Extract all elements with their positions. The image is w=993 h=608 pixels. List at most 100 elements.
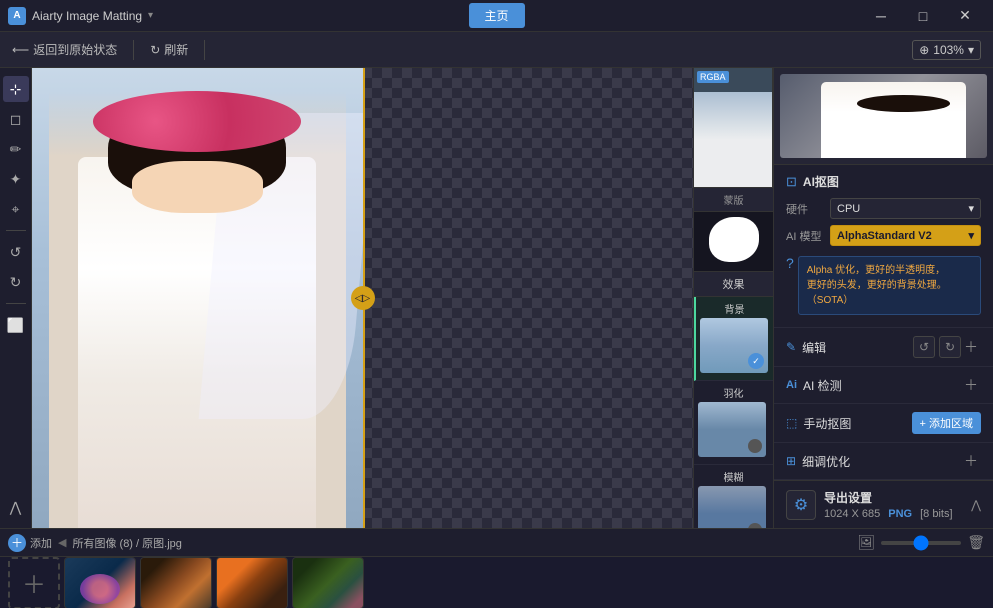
editing-section-header[interactable]: ✎ 编辑 ↺ ↻ ＋: [774, 328, 993, 367]
undo-redo-controls: ↺ ↻: [913, 336, 961, 358]
brush-tool-button[interactable]: ✏: [3, 136, 29, 162]
export-details: 1024 X 685 PNG [8 bits]: [824, 508, 963, 520]
filmstrip-item-1[interactable]: [64, 557, 136, 608]
hardware-row: 硬件 CPU ▾: [786, 198, 981, 219]
hardware-label: 硬件: [786, 201, 822, 217]
manual-matting-icon: ⬚: [786, 416, 797, 430]
minimize-button[interactable]: ─: [861, 4, 901, 28]
export-settings-panel: ⚙ 导出设置 1024 X 685 PNG [8 bits] ⋀: [774, 480, 993, 528]
bride-full: [49, 91, 346, 528]
close-button[interactable]: ✕: [945, 4, 985, 28]
export-size: 1024 X 685: [824, 508, 880, 520]
effects-list: 背景 ✓ 羽化 模糊 黑白: [694, 297, 773, 528]
zoom-arrow: ▾: [968, 43, 974, 57]
ai-detection-section-header[interactable]: Ai AI 检测 ＋: [774, 367, 993, 404]
add-label: 添加: [30, 535, 52, 551]
refresh-button[interactable]: ↻ 刷新: [150, 41, 188, 58]
refresh-icon: ↻: [150, 43, 160, 57]
effect-feather-thumb: [698, 402, 766, 457]
canvas-area[interactable]: ◁▷: [32, 68, 693, 528]
effect-bg-thumb: ✓: [700, 318, 768, 373]
model-desc-suffix: （SOTA）: [807, 295, 853, 306]
model-row: AI 模型 AlphaStandard V2 ▾: [786, 225, 981, 246]
titlebar-left: A Aiarty Image Matting ▾: [8, 7, 153, 25]
export-title: 导出设置: [824, 489, 963, 506]
left-toolbar: ⊹ ◻ ✏ ✦ ⌖ ↺ ↻ ⬜ ⋀: [0, 68, 32, 528]
home-button[interactable]: 主页: [468, 3, 524, 28]
filmstrip-add-button[interactable]: ＋: [8, 557, 60, 608]
back-icon: ⟵: [12, 43, 29, 57]
back-to-original-button[interactable]: ⟵ 返回到原始状态: [12, 41, 117, 58]
ai-matting-title: AI抠图: [803, 173, 839, 190]
filmstrip-delete-icon[interactable]: 🗑: [967, 534, 985, 551]
rgba-label: RGBA: [697, 71, 729, 83]
effect-item-feather[interactable]: 羽化: [694, 381, 773, 465]
preview-figure: [821, 82, 966, 158]
ai-detection-icon: Ai: [786, 379, 797, 391]
add-region-button[interactable]: + 添加区域: [912, 412, 981, 434]
export-info: 导出设置 1024 X 685 PNG [8 bits]: [824, 489, 963, 520]
fine-tune-title: 细调优化: [802, 453, 961, 470]
split-handle[interactable]: ◁▷: [351, 286, 375, 310]
effect-bg-label: 背景: [700, 301, 769, 316]
jellyfish-shape: [80, 574, 120, 604]
app-logo: A: [8, 7, 26, 25]
lasso-tool-button[interactable]: ⌖: [3, 196, 29, 222]
export-collapse-button[interactable]: ⋀: [971, 498, 981, 512]
effect-item-bg[interactable]: 背景 ✓: [694, 297, 773, 381]
filmstrip-item-2[interactable]: [140, 557, 212, 608]
collapse-tool-button[interactable]: ⋀: [3, 494, 29, 520]
titlebar-center: 主页: [468, 3, 524, 28]
selection-tool-button[interactable]: ⬜: [3, 312, 29, 338]
zoom-control[interactable]: ⊕ 103% ▾: [912, 40, 981, 60]
effect-label: 效果: [723, 279, 745, 291]
add-image-button[interactable]: ＋ 添加: [8, 534, 52, 552]
magic-wand-tool-button[interactable]: ✦: [3, 166, 29, 192]
fine-tune-section-header[interactable]: ⊞ 细调优化 ＋: [774, 443, 993, 480]
fine-tune-add-button[interactable]: ＋: [961, 451, 981, 471]
manual-matting-section-header[interactable]: ⬚ 手动抠图 + 添加区域: [774, 404, 993, 443]
filmstrip-thumb-4: [293, 558, 363, 608]
model-select-arrow: ▾: [968, 229, 974, 242]
model-select[interactable]: AlphaStandard V2 ▾: [830, 225, 981, 246]
fine-tune-icon: ⊞: [786, 454, 796, 468]
main-toolbar: ⟵ 返回到原始状态 ↻ 刷新 ⊕ 103% ▾: [0, 32, 993, 68]
redo-button[interactable]: ↻: [939, 336, 961, 358]
app-title: Aiarty Image Matting: [32, 9, 142, 23]
maximize-button[interactable]: □: [903, 4, 943, 28]
eraser-tool-button[interactable]: ◻: [3, 106, 29, 132]
ai-detection-add-button[interactable]: ＋: [961, 375, 981, 395]
titlebar-dropdown-arrow[interactable]: ▾: [148, 10, 153, 21]
editing-title: 编辑: [802, 339, 913, 356]
back-label: 返回到原始状态: [33, 41, 117, 58]
bride-face: [132, 161, 263, 213]
breadcrumb-separator: ◀: [58, 536, 66, 549]
hardware-select[interactable]: CPU ▾: [830, 198, 981, 219]
rgba-thumbnail[interactable]: RGBA: [694, 68, 773, 187]
move-tool-button[interactable]: ⊹: [3, 76, 29, 102]
window-controls: ─ □ ✕: [861, 4, 985, 28]
zoom-icon: ⊕: [919, 43, 929, 57]
export-bits: [8 bits]: [920, 508, 952, 520]
canvas-image-original: [32, 68, 363, 528]
effect-blur-label: 模糊: [698, 469, 769, 484]
filmstrip-items: ＋: [0, 557, 993, 608]
redo-button[interactable]: ↻: [3, 269, 29, 295]
model-value: AlphaStandard V2: [837, 230, 932, 242]
toolbar-divider-1: [133, 40, 134, 60]
model-desc-line1: Alpha 优化，更好的半透明度，: [807, 265, 945, 276]
filmstrip-thumb-3: [217, 558, 287, 608]
zoom-label: 103%: [933, 43, 964, 57]
effect-item-blur[interactable]: 模糊: [694, 465, 773, 528]
filmstrip-item-3[interactable]: [216, 557, 288, 608]
editing-add-button[interactable]: ＋: [961, 337, 981, 357]
undo-button[interactable]: ↺: [913, 336, 935, 358]
filmstrip-image-icon: 🖼: [857, 534, 875, 551]
filmstrip-thumb-1: [65, 558, 135, 608]
undo-button[interactable]: ↺: [3, 239, 29, 265]
filmstrip-item-4[interactable]: [292, 557, 364, 608]
mask-thumbnail[interactable]: [694, 212, 773, 272]
filmstrip-size-slider[interactable]: [881, 541, 961, 545]
bg-check-icon: ✓: [748, 353, 764, 369]
rgba-preview-content: [694, 92, 772, 187]
